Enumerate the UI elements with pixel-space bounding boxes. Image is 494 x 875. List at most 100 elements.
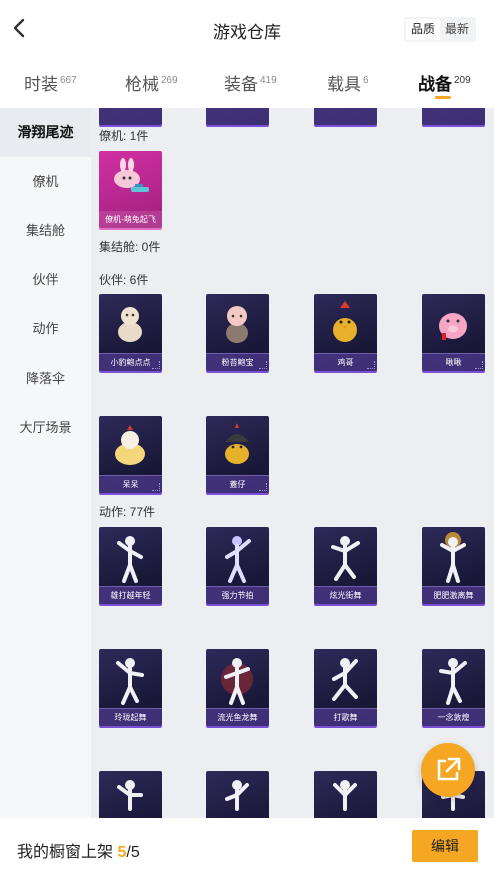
sidebar-item-wingman[interactable]: 僚机 xyxy=(0,168,91,196)
dancer-icon xyxy=(225,780,249,811)
sidebar-item-glide-trail[interactable]: 滑翔尾迹 xyxy=(0,108,91,157)
sort-quality-button[interactable]: 品质 xyxy=(406,19,441,40)
item-card-emote[interactable] xyxy=(206,771,269,818)
item-name: 肥肥激离舞 xyxy=(422,587,485,604)
item-card-emote[interactable]: 玲珑起舞 xyxy=(99,649,162,726)
category-tabs: 时装 667 枪械 269 装备 419 载具 6 战备 209 xyxy=(0,62,494,106)
item-name: 打歌舞 xyxy=(314,709,377,726)
showcase-total-count: /5 xyxy=(126,844,140,861)
sidebar-item-emote[interactable]: 动作 xyxy=(0,315,91,343)
item-card-partner[interactable]: 小豹鲍点点 xyxy=(99,294,162,371)
item-card-emote[interactable]: 一念敦煌 xyxy=(422,649,485,726)
helmet-chick-partner-icon xyxy=(225,423,249,464)
tab-guns[interactable]: 枪械 269 xyxy=(125,70,178,95)
item-name: 流光鱼龙舞 xyxy=(206,709,269,726)
external-link-icon xyxy=(437,757,461,781)
sidebar-item-lobby-scene[interactable]: 大厅场景 xyxy=(0,414,91,442)
item-name: 强力节拍 xyxy=(206,587,269,604)
item-card-emote[interactable]: 打歌舞 xyxy=(314,649,377,726)
item-card-partial[interactable] xyxy=(99,108,162,125)
leopard-partner-icon xyxy=(118,307,142,342)
rooster-partner-icon xyxy=(333,301,357,342)
section-label-assembly-pod: 集结舱: 0件 xyxy=(99,240,161,254)
section-label-partner: 伙伴: 6件 xyxy=(99,273,149,287)
item-name xyxy=(206,108,269,125)
item-card-emote[interactable]: 强力节拍 xyxy=(206,527,269,604)
tab-count: 419 xyxy=(260,75,277,86)
pink-leopard-partner-icon xyxy=(226,306,248,343)
dancer-icon xyxy=(225,536,251,583)
item-card-partner[interactable]: 蓋仔 xyxy=(206,416,269,493)
item-name xyxy=(99,108,162,125)
item-card-partner[interactable]: 粉苔鲍宝 xyxy=(206,294,269,371)
sidebar-item-assembly-pod[interactable]: 集结舱 xyxy=(0,217,91,245)
item-card-partner[interactable]: 鸡哥 xyxy=(314,294,377,371)
showcase-label: 我的橱窗上架 xyxy=(17,844,114,861)
item-name xyxy=(422,108,485,125)
item-card-emote[interactable]: 流光鱼龙舞 xyxy=(206,649,269,726)
tab-count: 667 xyxy=(60,75,77,86)
item-name xyxy=(314,108,377,125)
item-name: 雄打越年轻 xyxy=(99,587,162,604)
warehouse-screen: 游戏仓库 品质 最新 时装 667 枪械 269 装备 419 载具 6 战备 209 滑… xyxy=(0,0,494,875)
tab-count: 6 xyxy=(363,75,369,86)
tab-battle-prep[interactable]: 战备 209 xyxy=(418,70,471,95)
dancer-icon xyxy=(117,780,143,811)
sidebar-item-parachute[interactable]: 降落伞 xyxy=(0,365,91,393)
dancer-icon xyxy=(117,536,143,583)
tab-label: 载具 xyxy=(327,75,361,94)
card-corner-mark xyxy=(475,361,483,369)
pig-partner-icon xyxy=(439,313,467,340)
item-name: 炫光街舞 xyxy=(314,587,377,604)
card-corner-mark xyxy=(367,361,375,369)
tab-vehicles[interactable]: 载具 6 xyxy=(327,70,369,95)
dancer-icon xyxy=(331,536,360,581)
dancer-icon xyxy=(221,658,253,705)
item-name: 玲珑起舞 xyxy=(99,709,162,726)
item-card-emote[interactable]: 肥肥激离舞 xyxy=(422,527,485,604)
item-card-emote[interactable]: 雄打越年轻 xyxy=(99,527,162,604)
item-card-emote[interactable] xyxy=(314,771,377,818)
card-corner-mark xyxy=(152,361,160,369)
tab-fashion[interactable]: 时装 667 xyxy=(24,70,77,95)
dancer-icon xyxy=(116,658,144,705)
tab-label: 装备 xyxy=(224,75,258,94)
dancer-icon xyxy=(332,658,358,701)
card-corner-mark xyxy=(259,483,267,491)
item-card-partial[interactable] xyxy=(314,108,377,125)
sort-toggle: 品质 最新 xyxy=(404,17,477,42)
tab-equipment[interactable]: 装备 419 xyxy=(224,70,277,95)
tab-label: 枪械 xyxy=(125,75,159,94)
dancer-icon xyxy=(333,780,357,811)
sidebar-item-partner[interactable]: 伙伴 xyxy=(0,266,91,294)
item-card-partial[interactable] xyxy=(206,108,269,125)
item-card-partial[interactable] xyxy=(422,108,485,125)
item-card-partner[interactable]: 呆呆 xyxy=(99,416,162,493)
sort-latest-button[interactable]: 最新 xyxy=(440,19,474,40)
active-tab-indicator xyxy=(435,96,451,99)
tab-count: 209 xyxy=(454,75,471,86)
subcategory-sidebar: 滑翔尾迹 僚机 集结舱 伙伴 动作 降落伞 大厅场景 xyxy=(0,108,91,818)
item-card-emote[interactable] xyxy=(99,771,162,818)
edit-button[interactable]: 编辑 xyxy=(412,830,478,862)
item-grid-area: 僚机: 1件 僚机-萌兔起飞 集结舱: 0件 伙伴: 6件 小豹鲍点点 粉苔鲍宝… xyxy=(91,108,494,818)
header: 游戏仓库 品质 最新 xyxy=(0,0,494,58)
tab-label: 战备 xyxy=(418,75,452,94)
card-corner-mark xyxy=(152,483,160,491)
showcase-status: 我的橱窗上架 5/5 xyxy=(17,838,140,862)
card-corner-mark xyxy=(259,361,267,369)
item-card-emote[interactable]: 炫光街舞 xyxy=(314,527,377,604)
bunny-plane-icon xyxy=(114,158,149,192)
showcase-footer: 我的橱窗上架 5/5 编辑 xyxy=(0,818,494,875)
section-label-wingman: 僚机: 1件 xyxy=(99,129,149,143)
item-card-wingman[interactable]: 僚机-萌兔起飞 xyxy=(99,151,162,228)
share-fab-button[interactable] xyxy=(421,743,475,797)
item-card-partner[interactable]: 啾啾 xyxy=(422,294,485,371)
dancer-icon xyxy=(439,658,467,705)
chick-partner-icon xyxy=(115,425,145,465)
section-label-emote: 动作: 77件 xyxy=(99,505,156,519)
item-name: 僚机-萌兔起飞 xyxy=(99,211,162,228)
dancer-icon xyxy=(440,532,466,583)
tab-count: 269 xyxy=(161,75,178,86)
item-name: 一念敦煌 xyxy=(422,709,485,726)
